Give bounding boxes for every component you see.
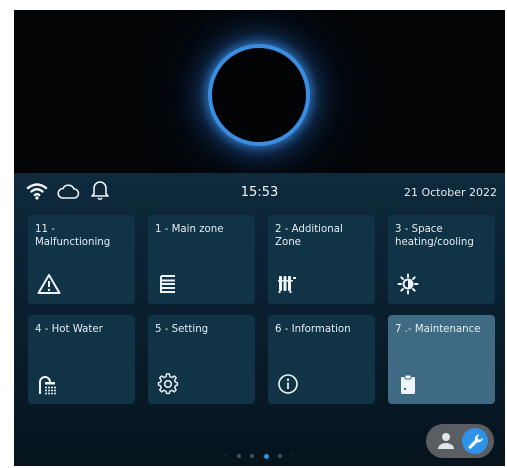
clipboard-icon — [397, 373, 419, 395]
gear-icon — [157, 373, 179, 395]
current-date: 21 October 2022 — [403, 186, 497, 199]
tile-label: 3 - Space heating/cooling — [395, 224, 474, 248]
prev-page-arrow[interactable]: ‹ — [225, 453, 227, 459]
tile-label: 1 - Main zone — [155, 224, 224, 235]
warning-icon — [37, 273, 61, 295]
user-maintenance-toggle[interactable] — [426, 424, 494, 458]
page-dot[interactable] — [236, 454, 241, 458]
tile-label: 6 - Information — [275, 324, 351, 335]
tile-label: 11 - Malfunctioning — [35, 224, 111, 248]
tile-label: 4 - Hot Water — [35, 324, 103, 335]
tile-label: 5 - Setting — [155, 324, 209, 335]
tile-space-heating-cooling[interactable]: 3 - Space heating/cooling — [388, 215, 495, 304]
tile-setting[interactable]: 5 - Setting — [148, 315, 255, 404]
radiator-icon — [277, 273, 299, 295]
main-zone-icon — [157, 273, 179, 295]
tile-label: 2 - Additional Zone — [275, 224, 343, 248]
header-area — [14, 10, 505, 170]
page-dot[interactable] — [278, 454, 283, 458]
tile-malfunctioning[interactable]: 11 - Malfunctioning — [28, 215, 135, 304]
user-icon[interactable] — [435, 430, 457, 452]
next-page-arrow[interactable]: › — [292, 453, 294, 459]
status-bar: 15:53 21 October 2022 — [14, 173, 505, 213]
heat-cool-icon — [397, 273, 419, 295]
tile-maintenance[interactable]: 7 .- Maintenance — [388, 315, 495, 404]
main-panel: 15:53 21 October 2022 11 - Malfunctionin… — [14, 173, 505, 466]
status-light-ring — [212, 48, 306, 142]
page-dot[interactable] — [250, 454, 255, 458]
tile-main-zone[interactable]: 1 - Main zone — [148, 215, 255, 304]
tile-label: 7 .- Maintenance — [395, 324, 481, 335]
shower-icon — [37, 373, 59, 395]
tile-information[interactable]: 6 - Information — [268, 315, 375, 404]
info-icon — [277, 373, 299, 395]
tile-hot-water[interactable]: 4 - Hot Water — [28, 315, 135, 404]
tile-additional-zone[interactable]: 2 - Additional Zone — [268, 215, 375, 304]
wrench-icon[interactable] — [462, 428, 488, 454]
page-dot-active[interactable] — [263, 453, 269, 459]
device-screen: 15:53 21 October 2022 11 - Malfunctionin… — [14, 10, 505, 466]
